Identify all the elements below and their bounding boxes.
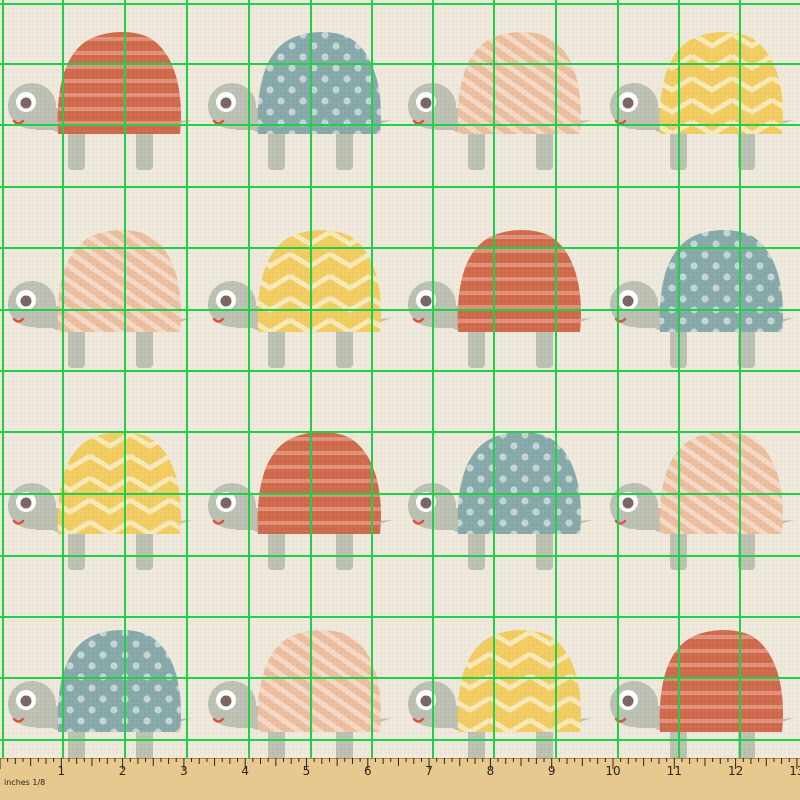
turtle-fabric-pattern [0,0,800,800]
ruler-tick-label: 9 [548,764,556,778]
ruler-tick-label: 12 [728,764,743,778]
ruler-tick-label: 10 [605,764,620,778]
ruler-unit-label: inches 1/8 [4,778,45,787]
ruler-tick-label: 3 [180,764,188,778]
measuring-ruler: 12345678910111213 inches 1/8 [0,758,800,800]
ruler-tick-label: 13 [789,764,800,778]
ruler-tick-label: 2 [119,764,127,778]
fabric-swatch: 12345678910111213 inches 1/8 [0,0,800,800]
ruler-tick-label: 6 [364,764,372,778]
ruler-tick-label: 8 [487,764,495,778]
ruler-tick-label: 1 [57,764,65,778]
ruler-tick-label: 4 [241,764,249,778]
ruler-tick-label: 5 [303,764,311,778]
ruler-tick-label: 7 [425,764,433,778]
ruler-tick-label: 11 [667,764,682,778]
